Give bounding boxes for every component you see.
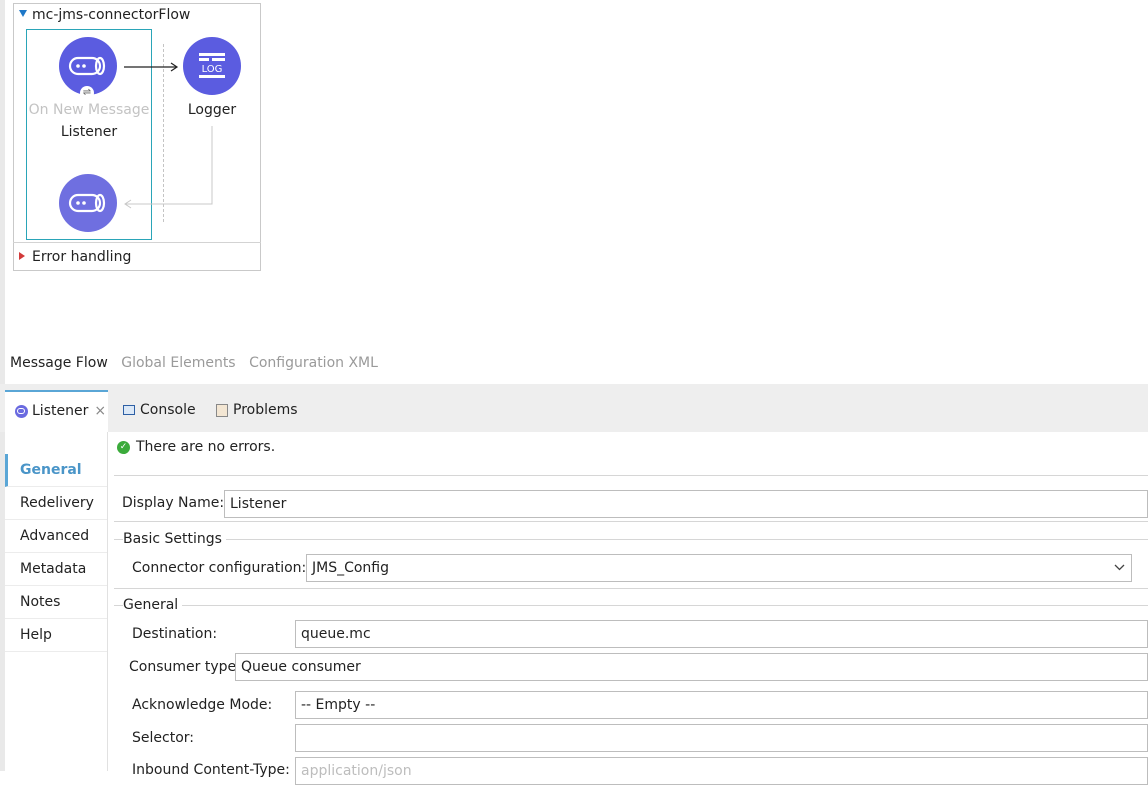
status-text: There are no errors. — [136, 439, 276, 455]
log-icon: LOG — [199, 53, 225, 78]
nav-item-metadata[interactable]: Metadata — [5, 553, 107, 586]
jms-connector-icon — [68, 193, 106, 213]
flow-title-text: mc-jms-connectorFlow — [32, 7, 191, 23]
group-divider — [114, 521, 1148, 522]
source-label-top: On New Message — [28, 102, 150, 118]
check-circle-icon: ✓ — [117, 440, 130, 454]
destination-label: Destination: — [132, 626, 218, 642]
tab-listener[interactable]: Listener × — [5, 390, 108, 432]
acknowledge-mode-label: Acknowledge Mode: — [132, 697, 273, 713]
chevron-down-icon — [1114, 564, 1125, 571]
tab-global-elements[interactable]: Global Elements — [121, 355, 235, 371]
properties-side-nav: General Redelivery Advanced Metadata Not… — [5, 432, 108, 771]
expand-triangle-icon[interactable] — [19, 252, 25, 260]
inbound-content-type-field[interactable]: application/json — [295, 757, 1148, 785]
error-divider — [13, 242, 261, 243]
response-node[interactable] — [59, 174, 117, 232]
editor-tab-bar: Message Flow Global Elements Configurati… — [10, 355, 387, 371]
nav-item-notes[interactable]: Notes — [5, 586, 107, 619]
logger-label: Logger — [187, 102, 237, 118]
jms-connector-icon — [68, 56, 106, 76]
return-path — [124, 126, 213, 209]
close-icon[interactable]: × — [94, 403, 106, 419]
properties-content — [110, 432, 1148, 771]
acknowledge-mode-select[interactable]: -- Empty -- — [295, 691, 1148, 719]
validation-status: ✓ There are no errors. — [117, 439, 275, 455]
nav-item-redelivery[interactable]: Redelivery — [5, 487, 107, 520]
tab-problems-label: Problems — [233, 402, 298, 418]
group-divider — [114, 539, 1148, 540]
connector-config-value: JMS_Config — [312, 560, 390, 576]
general-title: General — [123, 597, 183, 613]
consumer-type-select[interactable]: Queue consumer — [235, 653, 1148, 681]
destination-field[interactable]: queue.mc — [295, 620, 1148, 648]
tab-console-label: Console — [140, 402, 196, 418]
tab-listener-label: Listener — [32, 403, 89, 419]
logger-node[interactable]: LOG — [183, 37, 241, 95]
display-name-label: Display Name: — [122, 495, 225, 511]
consumer-type-label: Consumer type — [129, 659, 237, 675]
group-divider — [114, 475, 1148, 476]
nav-item-general[interactable]: General — [5, 454, 107, 487]
nav-item-advanced[interactable]: Advanced — [5, 520, 107, 553]
group-divider — [114, 605, 1148, 606]
problems-icon — [216, 403, 228, 417]
jms-connector-icon — [15, 404, 28, 418]
connector-config-label: Connector configuration: — [132, 560, 307, 576]
selector-label: Selector: — [132, 730, 194, 746]
flow-arrow — [124, 62, 179, 72]
tab-problems[interactable]: Problems — [216, 402, 298, 418]
group-divider — [114, 588, 1148, 589]
sync-icon: ⇌ — [80, 86, 94, 100]
logger-icon-text: LOG — [202, 64, 223, 75]
collapse-triangle-icon[interactable] — [19, 10, 27, 17]
selector-field[interactable] — [295, 724, 1148, 752]
inbound-content-type-label: Inbound Content-Type: — [132, 762, 290, 778]
flow-title[interactable]: mc-jms-connectorFlow — [19, 7, 190, 23]
basic-settings-title: Basic Settings — [123, 531, 226, 547]
console-icon — [123, 405, 135, 415]
tab-configuration-xml[interactable]: Configuration XML — [249, 355, 378, 371]
connector-config-select[interactable]: JMS_Config — [306, 554, 1132, 582]
tab-message-flow[interactable]: Message Flow — [10, 355, 108, 371]
error-handling-section[interactable]: Error handling — [19, 249, 131, 265]
nav-item-help[interactable]: Help — [5, 619, 107, 652]
display-name-field[interactable]: Listener — [224, 490, 1148, 518]
error-handling-label: Error handling — [32, 249, 132, 265]
tab-console[interactable]: Console — [123, 402, 196, 418]
